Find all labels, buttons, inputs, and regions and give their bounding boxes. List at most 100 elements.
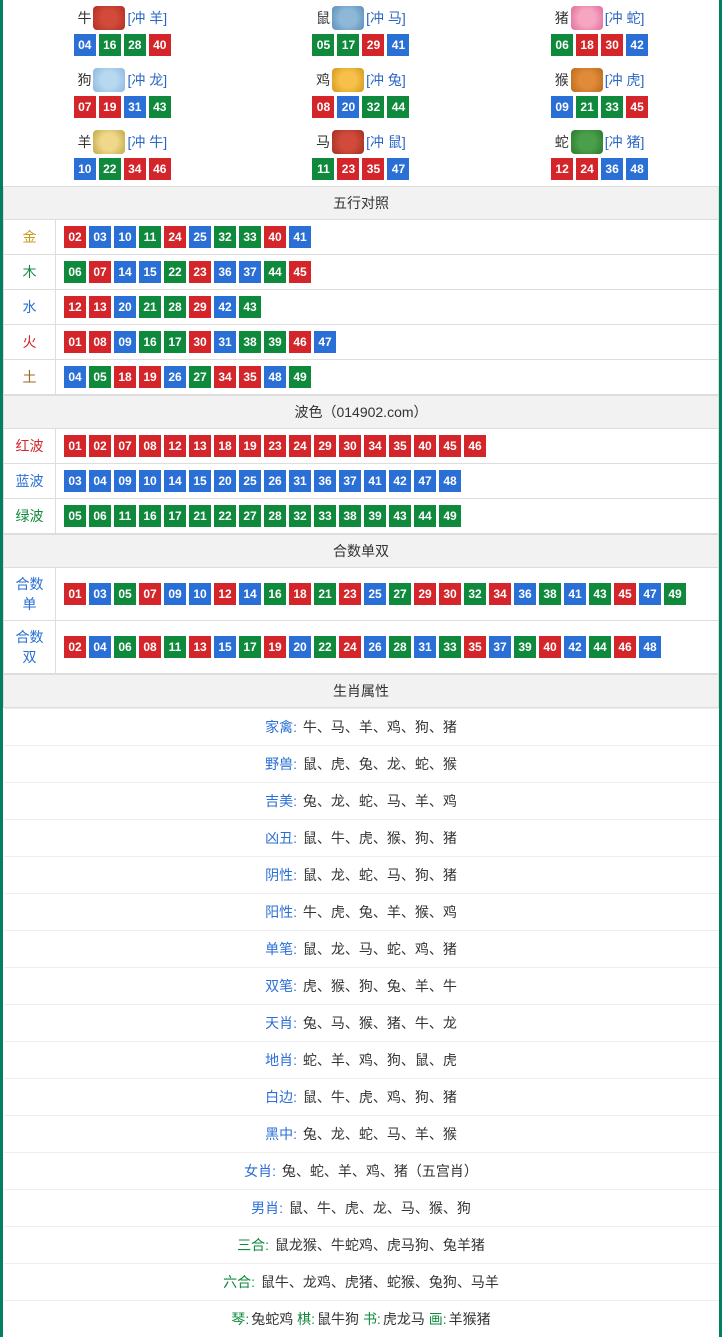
number-20: 20 xyxy=(289,636,311,658)
number-24: 24 xyxy=(164,226,186,248)
number-36: 36 xyxy=(314,470,336,492)
number-26: 26 xyxy=(264,470,286,492)
attr-value: 虎、猴、狗、兔、羊、牛 xyxy=(303,978,457,994)
attr-value: 鼠、龙、蛇、马、狗、猪 xyxy=(303,867,457,883)
number-04: 04 xyxy=(74,34,96,56)
number-48: 48 xyxy=(639,636,661,658)
number-34: 34 xyxy=(124,158,146,180)
number-32: 32 xyxy=(362,96,384,118)
number-49: 49 xyxy=(664,583,686,605)
number-43: 43 xyxy=(389,505,411,527)
attr-row: 凶丑: 鼠、牛、虎、猴、狗、猪 xyxy=(4,819,719,856)
number-41: 41 xyxy=(564,583,586,605)
number-12: 12 xyxy=(164,435,186,457)
number-29: 29 xyxy=(189,296,211,318)
number-36: 36 xyxy=(601,158,623,180)
zodiac-numbers: 05172941 xyxy=(242,34,481,56)
number-07: 07 xyxy=(114,435,136,457)
row-numbers: 0103050709101214161821232527293032343638… xyxy=(56,568,719,621)
table-row: 土04051819262734354849 xyxy=(4,360,719,395)
number-02: 02 xyxy=(64,636,86,658)
number-21: 21 xyxy=(139,296,161,318)
footer-val: 羊猴猪 xyxy=(449,1311,491,1327)
number-40: 40 xyxy=(264,226,286,248)
number-49: 49 xyxy=(289,366,311,388)
zodiac-name: 猴 xyxy=(555,70,569,90)
zodiac-cell: 狗[冲 龙]07193143 xyxy=(3,62,242,124)
number-17: 17 xyxy=(164,331,186,353)
zodiac-conflict: [冲 羊] xyxy=(127,8,167,28)
attr-label: 野兽: xyxy=(265,756,301,772)
number-42: 42 xyxy=(389,470,411,492)
zodiac-conflict: [冲 虎] xyxy=(605,70,645,90)
number-04: 04 xyxy=(64,366,86,388)
number-12: 12 xyxy=(64,296,86,318)
zodiac-numbers: 06183042 xyxy=(480,34,719,56)
number-23: 23 xyxy=(337,158,359,180)
row-label: 土 xyxy=(4,360,56,395)
number-15: 15 xyxy=(214,636,236,658)
number-18: 18 xyxy=(289,583,311,605)
row-numbers: 04051819262734354849 xyxy=(56,360,719,395)
table-row: 合数双0204060811131517192022242628313335373… xyxy=(4,621,719,674)
number-37: 37 xyxy=(339,470,361,492)
number-48: 48 xyxy=(626,158,648,180)
zodiac-icon xyxy=(332,130,364,154)
attr-row: 家禽: 牛、马、羊、鸡、狗、猪 xyxy=(4,708,719,745)
number-04: 04 xyxy=(89,470,111,492)
zodiac-name: 马 xyxy=(316,132,330,152)
zodiac-name: 鼠 xyxy=(316,8,330,28)
number-01: 01 xyxy=(64,331,86,353)
number-38: 38 xyxy=(339,505,361,527)
attr-row: 单笔: 鼠、龙、马、蛇、鸡、猪 xyxy=(4,930,719,967)
zodiac-numbers: 07193143 xyxy=(3,96,242,118)
attr-label: 地肖: xyxy=(265,1052,301,1068)
number-35: 35 xyxy=(362,158,384,180)
number-46: 46 xyxy=(614,636,636,658)
number-41: 41 xyxy=(387,34,409,56)
zodiac-conflict: [冲 兔] xyxy=(366,70,406,90)
number-45: 45 xyxy=(289,261,311,283)
number-24: 24 xyxy=(339,636,361,658)
number-44: 44 xyxy=(589,636,611,658)
number-42: 42 xyxy=(626,34,648,56)
number-19: 19 xyxy=(99,96,121,118)
wuxing-table: 五行对照 金02031011242532334041木0607141522233… xyxy=(3,186,719,395)
number-36: 36 xyxy=(214,261,236,283)
attr-row: 双笔: 虎、猴、狗、兔、羊、牛 xyxy=(4,967,719,1004)
number-34: 34 xyxy=(489,583,511,605)
number-03: 03 xyxy=(64,470,86,492)
heshu-table: 合数单双 合数单01030507091012141618212325272930… xyxy=(3,534,719,674)
attr-value: 鼠、牛、虎、猴、狗、猪 xyxy=(303,830,457,846)
number-05: 05 xyxy=(312,34,334,56)
number-18: 18 xyxy=(214,435,236,457)
number-03: 03 xyxy=(89,583,111,605)
number-18: 18 xyxy=(114,366,136,388)
number-19: 19 xyxy=(239,435,261,457)
table-row: 蓝波03040910141520252631363741424748 xyxy=(4,464,719,499)
number-48: 48 xyxy=(264,366,286,388)
row-label: 合数双 xyxy=(4,621,56,674)
zodiac-conflict: [冲 马] xyxy=(366,8,406,28)
number-20: 20 xyxy=(114,296,136,318)
number-05: 05 xyxy=(64,505,86,527)
number-16: 16 xyxy=(139,331,161,353)
zodiac-conflict: [冲 牛] xyxy=(127,132,167,152)
attr-label: 六合: xyxy=(223,1274,259,1290)
wuxing-title: 五行对照 xyxy=(4,187,719,220)
number-23: 23 xyxy=(264,435,286,457)
attr-value: 牛、虎、兔、羊、猴、鸡 xyxy=(303,904,457,920)
number-43: 43 xyxy=(149,96,171,118)
attr-value: 鼠龙猴、牛蛇鸡、虎马狗、兔羊猪 xyxy=(275,1237,485,1253)
bose-table: 波色（014902.com） 红波01020708121318192324293… xyxy=(3,395,719,534)
attr-label: 阴性: xyxy=(265,867,301,883)
zodiac-cell: 鼠 [冲 马] 05172941 xyxy=(242,0,481,62)
number-35: 35 xyxy=(239,366,261,388)
number-11: 11 xyxy=(139,226,161,248)
number-07: 07 xyxy=(74,96,96,118)
number-30: 30 xyxy=(439,583,461,605)
number-31: 31 xyxy=(289,470,311,492)
attr-value: 鼠、牛、虎、龙、马、猴、狗 xyxy=(289,1200,471,1216)
number-23: 23 xyxy=(189,261,211,283)
row-numbers: 0102070812131819232429303435404546 xyxy=(56,429,719,464)
